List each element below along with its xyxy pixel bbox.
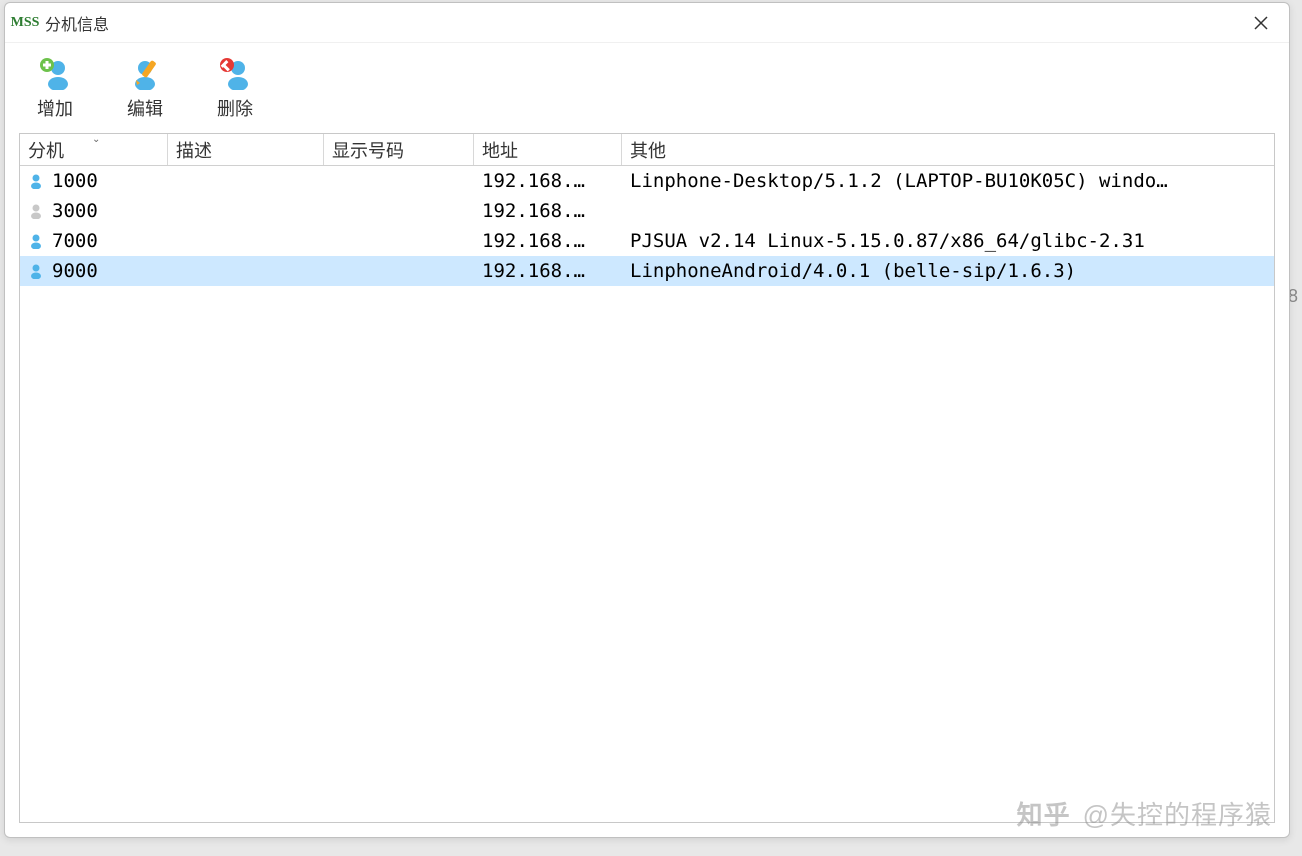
col-disp-label: 显示号码 bbox=[332, 137, 404, 163]
cell-description bbox=[168, 269, 324, 273]
close-icon bbox=[1253, 15, 1269, 31]
cell-description bbox=[168, 179, 324, 183]
table-body: 1000 192.168.… Linphone-Desktop/5.1.2 (L… bbox=[20, 166, 1274, 286]
cell-display-number bbox=[324, 179, 474, 183]
cell-other bbox=[622, 209, 1274, 213]
user-status-icon bbox=[28, 172, 46, 190]
close-button[interactable] bbox=[1241, 8, 1281, 38]
window-title: 分机信息 bbox=[45, 11, 109, 35]
cell-address: 192.168.… bbox=[474, 228, 622, 254]
column-description[interactable]: 描述 bbox=[168, 134, 324, 165]
delete-label: 删除 bbox=[217, 95, 253, 121]
user-delete-icon bbox=[217, 55, 253, 91]
table-row[interactable]: 1000 192.168.… Linphone-Desktop/5.1.2 (L… bbox=[20, 166, 1274, 196]
user-add-icon bbox=[37, 55, 73, 91]
edit-button[interactable]: 编辑 bbox=[115, 51, 175, 125]
user-status-icon bbox=[28, 232, 46, 250]
column-extension[interactable]: 分机 ⌄ bbox=[20, 134, 168, 165]
delete-button[interactable]: 删除 bbox=[205, 51, 265, 125]
toolbar: 增加 编辑 bbox=[5, 43, 1289, 133]
cell-extension: 1000 bbox=[52, 170, 98, 192]
table-row[interactable]: 3000 192.168.… bbox=[20, 196, 1274, 226]
col-ext-label: 分机 bbox=[28, 137, 64, 163]
user-status-icon bbox=[28, 202, 46, 220]
cell-other: LinphoneAndroid/4.0.1 (belle-sip/1.6.3) bbox=[622, 258, 1274, 284]
cell-address: 192.168.… bbox=[474, 168, 622, 194]
cell-description bbox=[168, 209, 324, 213]
column-address[interactable]: 地址 bbox=[474, 134, 622, 165]
cell-display-number bbox=[324, 209, 474, 213]
column-other[interactable]: 其他 bbox=[622, 134, 1274, 165]
titlebar: MSS 分机信息 bbox=[5, 3, 1289, 43]
table-row[interactable]: 7000 192.168.… PJSUA v2.14 Linux-5.15.0.… bbox=[20, 226, 1274, 256]
cell-extension: 9000 bbox=[52, 260, 98, 282]
col-addr-label: 地址 bbox=[482, 137, 518, 163]
col-desc-label: 描述 bbox=[176, 137, 212, 163]
extension-table: 分机 ⌄ 描述 显示号码 地址 其他 1000 192.168.… bbox=[19, 133, 1275, 823]
col-other-label: 其他 bbox=[630, 137, 666, 163]
user-status-icon bbox=[28, 262, 46, 280]
cell-address: 192.168.… bbox=[474, 258, 622, 284]
cell-display-number bbox=[324, 239, 474, 243]
user-edit-icon bbox=[127, 55, 163, 91]
column-display-number[interactable]: 显示号码 bbox=[324, 134, 474, 165]
app-icon: MSS bbox=[13, 11, 37, 35]
cell-display-number bbox=[324, 269, 474, 273]
cell-extension: 7000 bbox=[52, 230, 98, 252]
table-row[interactable]: 9000 192.168.… LinphoneAndroid/4.0.1 (be… bbox=[20, 256, 1274, 286]
add-label: 增加 bbox=[37, 95, 73, 121]
add-button[interactable]: 增加 bbox=[25, 51, 85, 125]
extension-info-window: MSS 分机信息 增加 bbox=[4, 2, 1290, 838]
edit-label: 编辑 bbox=[127, 95, 163, 121]
cell-other: Linphone-Desktop/5.1.2 (LAPTOP-BU10K05C)… bbox=[622, 168, 1274, 194]
cell-extension: 3000 bbox=[52, 200, 98, 222]
cell-address: 192.168.… bbox=[474, 198, 622, 224]
cell-description bbox=[168, 239, 324, 243]
sort-indicator-icon: ⌄ bbox=[92, 134, 100, 145]
table-header: 分机 ⌄ 描述 显示号码 地址 其他 bbox=[20, 134, 1274, 166]
cell-other: PJSUA v2.14 Linux-5.15.0.87/x86_64/glibc… bbox=[622, 228, 1274, 254]
